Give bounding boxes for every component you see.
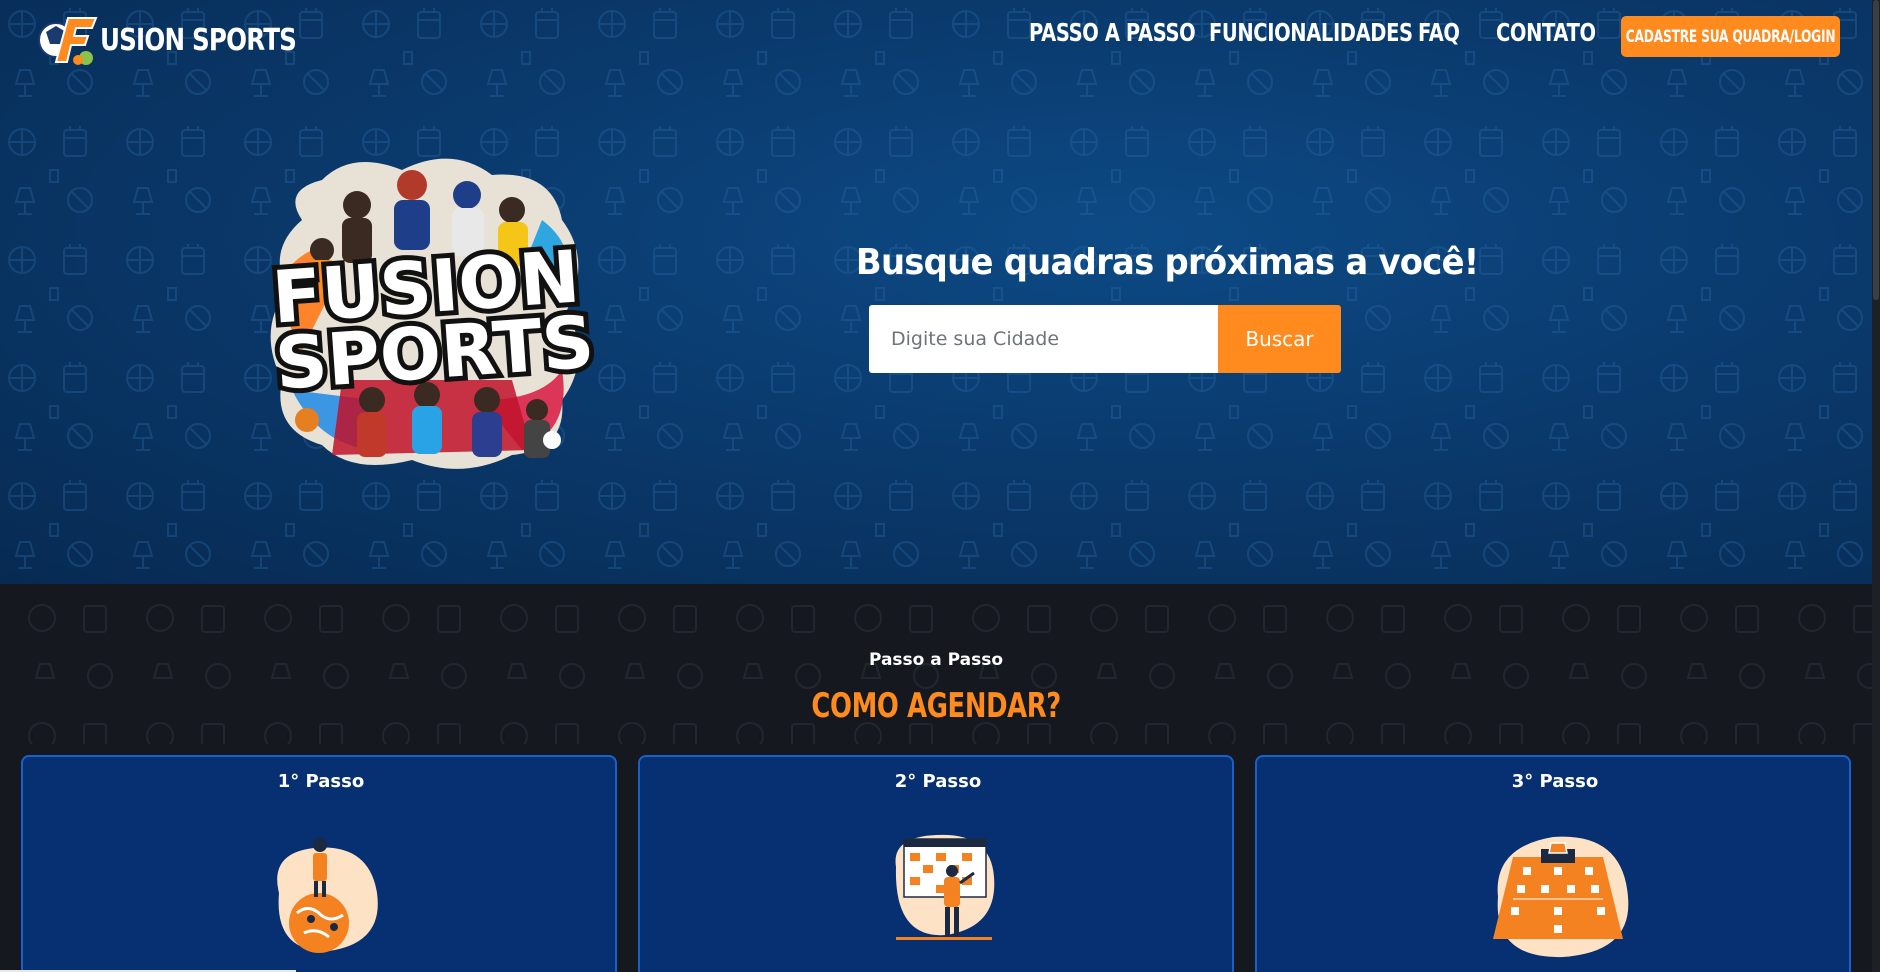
fusion-sports-poster-image: FUSION FUSION SPORTS SPORTS xyxy=(265,158,594,469)
hero-section: USION SPORTS PASSO A PASSO FUNCIONALIDAD… xyxy=(0,0,1880,584)
page-scrollbar[interactable] xyxy=(1872,0,1880,972)
step-card-1: 1° Passo xyxy=(21,755,617,972)
nav-link-passo-a-passo[interactable]: PASSO A PASSO xyxy=(1029,18,1196,47)
register-login-button[interactable]: CADASTRE SUA QUADRA/LOGIN xyxy=(1621,16,1840,57)
scrollbar-thumb[interactable] xyxy=(1873,0,1879,300)
register-login-label: CADASTRE SUA QUADRA/LOGIN xyxy=(1625,26,1836,47)
steps-title: COMO AGENDAR? xyxy=(0,686,1872,726)
step-card-title: 3° Passo xyxy=(1511,771,1599,792)
step-card-2: 2° Passo xyxy=(638,755,1234,972)
step-card-3: 3° Passo xyxy=(1255,755,1851,972)
city-search-form: Buscar xyxy=(869,305,1341,373)
search-heading: Busque quadras próximas a você! xyxy=(855,242,1479,283)
step-card-title: 1° Passo xyxy=(277,771,365,792)
globe-location-icon xyxy=(277,838,378,953)
steps-kicker: Passo a Passo xyxy=(868,650,1004,670)
step-card-title: 2° Passo xyxy=(894,771,982,792)
nav-link-faq[interactable]: FAQ xyxy=(1418,18,1460,47)
brand-name: USION SPORTS xyxy=(100,22,297,58)
nav-link-funcionalidades[interactable]: FUNCIONALIDADES xyxy=(1209,18,1413,47)
nav-link-contato[interactable]: CONTATO xyxy=(1496,18,1596,47)
brand-logo[interactable]: USION SPORTS xyxy=(38,12,339,68)
steps-title-text: COMO AGENDAR? xyxy=(811,686,1061,726)
search-button[interactable]: Buscar xyxy=(1218,305,1341,373)
fusion-logo-icon xyxy=(38,17,98,65)
top-navbar: USION SPORTS PASSO A PASSO FUNCIONALIDAD… xyxy=(0,0,1880,76)
calendar-schedule-icon xyxy=(895,834,995,940)
soccer-field-lineup-icon xyxy=(1493,836,1629,958)
city-search-input[interactable] xyxy=(869,305,1218,373)
